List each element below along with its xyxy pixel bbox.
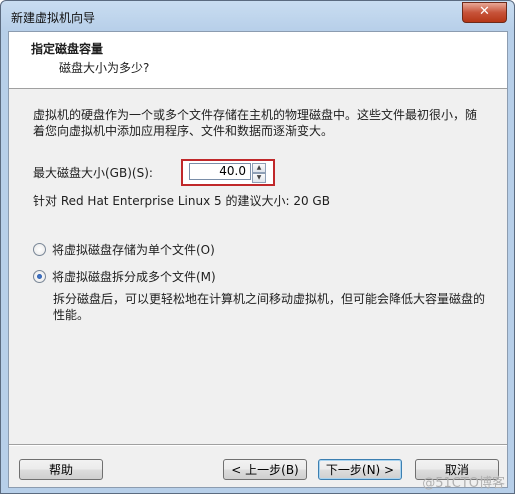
option-single-file[interactable]: 将虚拟磁盘存储为单个文件(O) <box>33 241 215 258</box>
wizard-window: 新建虚拟机向导 ✕ 指定磁盘容量 磁盘大小为多少? 虚拟机的硬盘作为一个或多个文… <box>0 0 515 494</box>
window-title: 新建虚拟机向导 <box>11 11 96 25</box>
split-description-text: 拆分磁盘后，可以更轻松地在计算机之间移动虚拟机，但可能会降低大容量磁盘的性能。 <box>53 292 486 322</box>
page-title: 指定磁盘容量 <box>31 42 104 56</box>
recommended-size-text: 针对 Red Hat Enterprise Linux 5 的建议大小: 20 … <box>33 194 330 208</box>
option-split-files-label[interactable]: 将虚拟磁盘拆分成多个文件(M) <box>52 268 216 285</box>
close-button[interactable]: ✕ <box>462 2 507 23</box>
disk-size-highlight: ▲ ▼ <box>181 159 275 186</box>
page-subtitle: 磁盘大小为多少? <box>59 61 150 75</box>
help-button[interactable]: 帮助 <box>19 459 103 480</box>
disk-size-label: 最大磁盘大小(GB)(S): <box>33 166 153 180</box>
title-bar[interactable]: 新建虚拟机向导 ✕ <box>1 1 514 31</box>
footer-divider <box>9 444 507 446</box>
back-button[interactable]: < 上一步(B) <box>223 459 307 480</box>
radio-split-files[interactable] <box>33 270 46 283</box>
wizard-client-area: 指定磁盘容量 磁盘大小为多少? 虚拟机的硬盘作为一个或多个文件存储在主机的物理磁… <box>8 31 508 488</box>
radio-single-file[interactable] <box>33 243 46 256</box>
disk-size-input[interactable] <box>189 163 251 180</box>
option-single-file-label[interactable]: 将虚拟磁盘存储为单个文件(O) <box>52 241 215 258</box>
next-button[interactable]: 下一步(N) > <box>318 459 402 480</box>
description-text: 虚拟机的硬盘作为一个或多个文件存储在主机的物理磁盘中。这些文件最初很小，随着您向… <box>33 108 478 138</box>
spin-down-icon[interactable]: ▼ <box>252 173 266 183</box>
spin-up-icon[interactable]: ▲ <box>252 163 266 173</box>
option-split-files[interactable]: 将虚拟磁盘拆分成多个文件(M) <box>33 268 216 285</box>
wizard-header: 指定磁盘容量 磁盘大小为多少? <box>9 32 507 89</box>
watermark-text: @51CTO博客 <box>422 476 505 491</box>
disk-size-spinner[interactable]: ▲ ▼ <box>252 163 266 183</box>
